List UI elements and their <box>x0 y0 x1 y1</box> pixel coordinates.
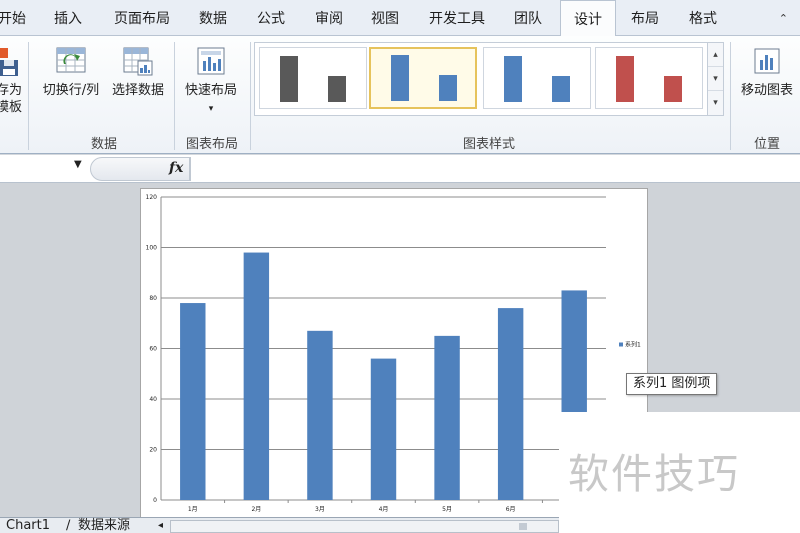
gallery-scroll-up-icon[interactable]: ▴ <box>708 43 723 67</box>
tab-data[interactable]: 数据 <box>186 0 240 36</box>
insert-function-icon[interactable]: fx <box>169 160 183 176</box>
switch-row-column-button[interactable]: 切换行/列 <box>38 46 104 99</box>
style-swatch-bar <box>504 56 522 102</box>
quick-layout-label: 快速布局 <box>184 83 237 98</box>
y-tick-label: 80 <box>149 295 157 302</box>
group-divider <box>174 42 175 150</box>
style-swatch-bar <box>328 76 346 102</box>
bar <box>307 330 333 500</box>
chart-styles-gallery: ▴ ▾ ▾ <box>254 42 724 116</box>
move-chart-button[interactable]: 移动图表 <box>734 46 800 99</box>
x-tick-label: 3月 <box>315 506 325 513</box>
bar <box>434 335 460 500</box>
sheet-tab-separator: ∕ <box>66 518 71 533</box>
y-tick-label: 20 <box>149 447 157 454</box>
gallery-more-icon[interactable]: ▾ <box>708 91 723 115</box>
bar <box>180 303 206 500</box>
data-group-label: 数据 <box>90 137 117 152</box>
location-group-label: 位置 <box>753 137 780 152</box>
quick-layout-dropdown-icon: ▾ <box>208 104 214 114</box>
bar <box>370 358 397 500</box>
tab-chart-layout[interactable]: 布局 <box>618 0 672 36</box>
style-swatch-bar <box>664 76 682 102</box>
legend-tooltip: 系列1 图例项 <box>626 373 718 395</box>
group-divider <box>28 42 29 150</box>
move-chart-label: 移动图表 <box>740 83 793 98</box>
group-divider <box>250 42 251 150</box>
select-data-label: 选择数据 <box>111 83 164 98</box>
excel-window: 开始 插入 页面布局 数据 公式 审阅 视图 开发工具 团队 设计 布局 格式 … <box>0 0 800 533</box>
chart-style-option[interactable] <box>595 47 703 109</box>
quick-layout-button[interactable]: 快速布局 ▾ <box>178 46 244 118</box>
name-box-dropdown-icon[interactable]: ▼ <box>74 159 82 170</box>
legend-swatch <box>619 342 623 347</box>
save-as-template-button[interactable]: 存为 模板 <box>0 46 26 116</box>
tab-format[interactable]: 格式 <box>676 0 730 36</box>
bar <box>497 308 524 500</box>
x-tick-label: 5月 <box>442 506 452 513</box>
legend-label: 系列1 <box>625 341 641 349</box>
chart-layout-group-label: 图表布局 <box>185 137 238 152</box>
style-swatch-bar <box>439 75 457 101</box>
save-template-label-2: 模板 <box>0 100 22 115</box>
style-swatch-bar <box>616 56 634 102</box>
formula-bar: ▼ fx <box>0 155 800 183</box>
tab-home[interactable]: 开始 <box>0 0 30 36</box>
x-tick-label: 6月 <box>506 506 516 513</box>
select-data-button[interactable]: 选择数据 <box>108 46 168 99</box>
tab-developer[interactable]: 开发工具 <box>420 0 494 36</box>
tab-insert[interactable]: 插入 <box>38 0 98 36</box>
style-swatch-bar <box>552 76 570 102</box>
sheet-tab-bar: Chart1 ∕ 数据来源 ◂ <box>0 517 559 533</box>
save-template-icon <box>0 48 18 76</box>
group-divider <box>730 42 731 150</box>
scrollbar-thumb[interactable] <box>519 523 527 530</box>
chart-style-option-selected[interactable] <box>369 47 477 109</box>
horizontal-scrollbar[interactable] <box>170 520 559 533</box>
switch-row-column-label: 切换行/列 <box>42 83 100 98</box>
y-tick-label: 100 <box>146 245 158 252</box>
formula-controls: fx <box>90 157 190 181</box>
tab-formulas[interactable]: 公式 <box>244 0 298 36</box>
x-tick-label: 1月 <box>188 506 198 513</box>
style-swatch-bar <box>391 55 409 101</box>
gallery-scroll-down-icon[interactable]: ▾ <box>708 67 723 91</box>
sheet-tab-chart1[interactable]: Chart1 <box>6 518 50 533</box>
formula-input[interactable] <box>190 157 800 181</box>
tab-view[interactable]: 视图 <box>358 0 412 36</box>
sheet-tab-data-source[interactable]: 数据来源 <box>78 518 130 533</box>
ribbon-design: 存为 模板 切换行/列 选择数据 数据 快速布局 ▾ 图表布局 ▴ ▾ ▾ 图表… <box>0 36 800 154</box>
gallery-scroll: ▴ ▾ ▾ <box>707 43 723 115</box>
y-tick-label: 60 <box>149 346 157 353</box>
scroll-left-icon[interactable]: ◂ <box>158 518 163 533</box>
bar <box>243 252 270 500</box>
watermark-text: 软件技巧 <box>568 450 740 498</box>
tab-review[interactable]: 审阅 <box>302 0 356 36</box>
chart-styles-group-label: 图表样式 <box>462 137 515 152</box>
tab-team[interactable]: 团队 <box>498 0 558 36</box>
select-data-icon <box>123 47 153 76</box>
y-tick-label: 0 <box>153 497 157 504</box>
x-tick-label: 4月 <box>379 506 389 513</box>
style-swatch-bar <box>280 56 298 102</box>
minimize-ribbon-icon[interactable]: ⌃ <box>779 12 788 25</box>
move-chart-icon <box>754 48 780 74</box>
tab-page-layout[interactable]: 页面布局 <box>102 0 182 36</box>
y-tick-label: 40 <box>149 396 157 403</box>
x-tick-label: 2月 <box>251 506 261 513</box>
tab-design[interactable]: 设计 <box>560 0 616 37</box>
quick-layout-icon <box>197 47 225 75</box>
chart-style-option[interactable] <box>259 47 367 109</box>
chart-style-option[interactable] <box>483 47 591 109</box>
y-tick-label: 120 <box>146 194 158 201</box>
ribbon-tab-bar: 开始 插入 页面布局 数据 公式 审阅 视图 开发工具 团队 设计 布局 格式 … <box>0 0 800 37</box>
save-template-label-1: 存为 <box>0 83 22 98</box>
switch-row-column-icon <box>56 47 86 73</box>
